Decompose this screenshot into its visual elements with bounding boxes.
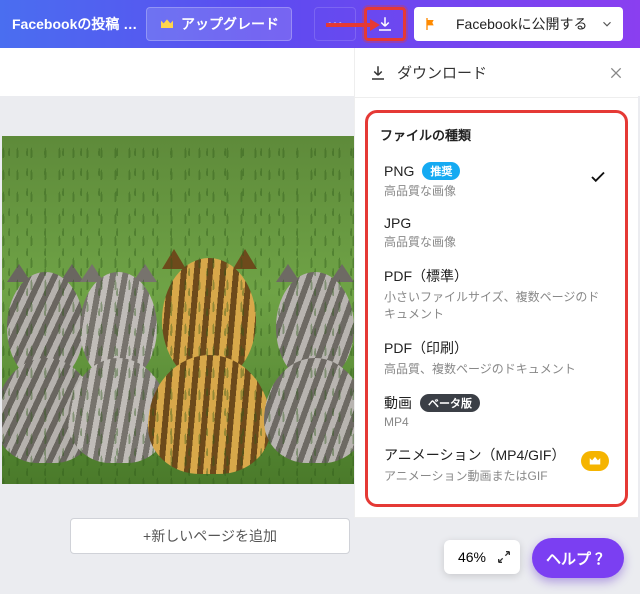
file-type-title: ファイルの種類	[376, 121, 617, 154]
design-page[interactable]	[2, 136, 366, 484]
publish-button[interactable]: Facebookに公開する	[414, 7, 623, 41]
option-desc: MP4	[384, 415, 609, 429]
chevron-down-icon	[595, 17, 619, 31]
top-toolbar: Facebookの投稿 -... アップグレード Facebookに公開する	[0, 0, 640, 48]
close-button[interactable]	[608, 65, 624, 81]
file-type-section: ファイルの種類 PNG 推奨 高品質な画像 JPG 高品質な画像 PDF（標準）…	[365, 110, 628, 507]
zoom-value: 46%	[458, 549, 486, 565]
option-name: PDF（標準）	[384, 266, 468, 286]
upgrade-button[interactable]: アップグレード	[146, 7, 292, 41]
option-name: JPG	[384, 215, 411, 231]
download-panel: ダウンロード ファイルの種類 PNG 推奨 高品質な画像 JPG 高品質な画像 …	[354, 48, 638, 518]
flag-icon	[414, 16, 448, 32]
download-panel-title: ダウンロード	[397, 62, 487, 83]
help-question-mark: ？	[595, 548, 610, 569]
download-panel-header: ダウンロード	[355, 48, 638, 98]
option-desc: 高品質、複数ページのドキュメント	[384, 360, 609, 377]
file-type-option-png[interactable]: PNG 推奨 高品質な画像	[376, 154, 617, 207]
help-label: ヘルプ	[546, 548, 591, 569]
file-type-option-jpg[interactable]: JPG 高品質な画像	[376, 207, 617, 258]
file-type-option-pdf-print[interactable]: PDF（印刷） 高品質、複数ページのドキュメント	[376, 330, 617, 385]
close-icon	[608, 65, 624, 81]
option-name: 動画	[384, 393, 412, 413]
add-page-button[interactable]: +新しいページを追加	[70, 518, 350, 554]
option-name: PNG	[384, 163, 414, 179]
option-desc: アニメーション動画またはGIF	[384, 467, 609, 484]
option-name: PDF（印刷）	[384, 338, 468, 358]
recommended-badge: 推奨	[422, 162, 460, 180]
option-desc: 小さいファイルサイズ、複数ページのドキュメント	[384, 288, 609, 322]
option-desc: 高品質な画像	[384, 233, 609, 250]
kittens-image	[2, 136, 366, 484]
zoom-control[interactable]: 46%	[444, 540, 520, 574]
premium-badge	[581, 451, 609, 471]
expand-icon	[496, 549, 512, 565]
file-type-option-video[interactable]: 動画 ベータ版 MP4	[376, 385, 617, 437]
upgrade-label: アップグレード	[181, 14, 279, 34]
option-desc: 高品質な画像	[384, 182, 609, 199]
file-type-option-animation[interactable]: アニメーション（MP4/GIF） アニメーション動画またはGIF	[376, 437, 617, 492]
beta-badge: ベータ版	[420, 394, 480, 412]
crown-icon	[159, 16, 175, 32]
check-icon	[589, 168, 607, 186]
option-name: アニメーション（MP4/GIF）	[384, 445, 565, 465]
document-title: Facebookの投稿 -...	[8, 14, 138, 34]
help-button[interactable]: ヘルプ ？	[532, 538, 624, 578]
download-icon	[369, 64, 387, 82]
crown-icon	[588, 454, 602, 468]
publish-label: Facebookに公開する	[448, 14, 595, 34]
file-type-option-pdf-standard[interactable]: PDF（標準） 小さいファイルサイズ、複数ページのドキュメント	[376, 258, 617, 330]
